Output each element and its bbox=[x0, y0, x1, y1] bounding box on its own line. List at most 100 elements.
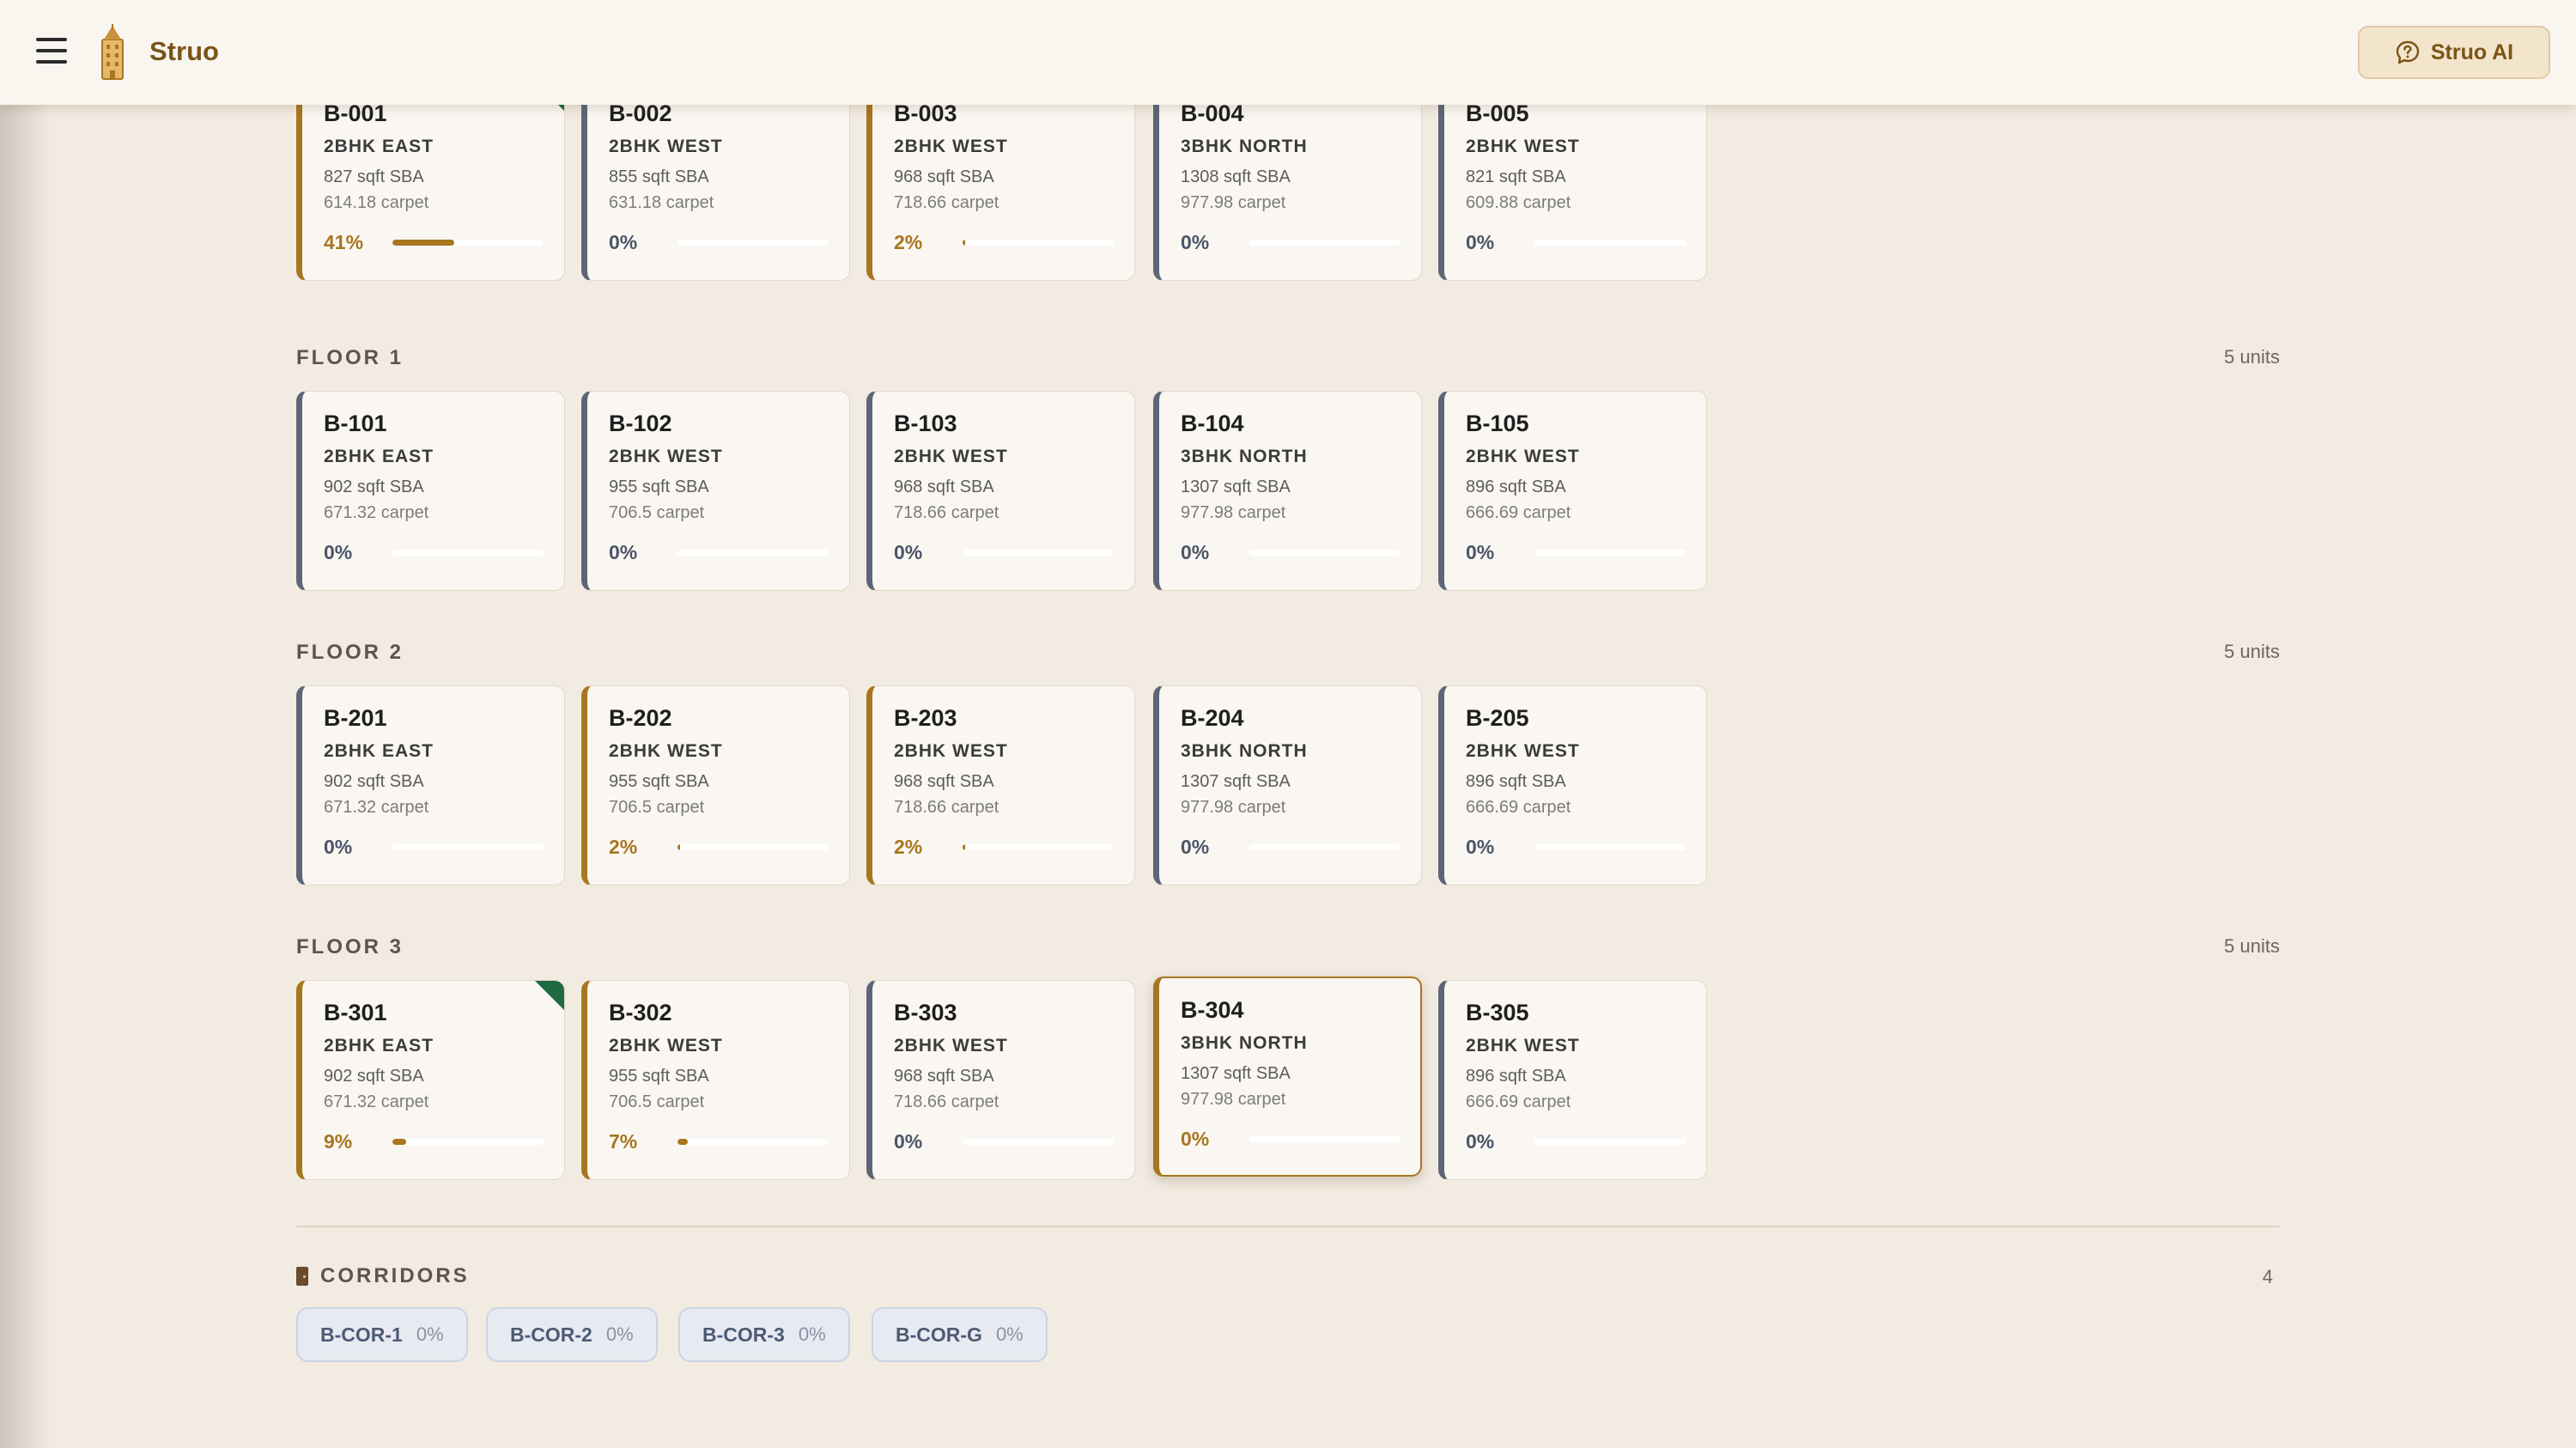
unit-carpet: 706.5 carpet bbox=[609, 503, 705, 522]
unit-progress-bar bbox=[963, 240, 1114, 246]
unit-type: 3BHK NORTH bbox=[1181, 447, 1308, 466]
unit-card[interactable]: B-303 2BHK WEST 968 sqft SBA 718.66 carpet 0… bbox=[866, 980, 1135, 1180]
corridor-chip[interactable]: B-COR-G 0% bbox=[872, 1307, 1048, 1362]
unit-carpet: 706.5 carpet bbox=[609, 1092, 705, 1111]
unit-carpet: 614.18 carpet bbox=[324, 193, 429, 212]
app-header: Struo Struo AI bbox=[0, 0, 2576, 105]
unit-card[interactable]: B-102 2BHK WEST 955 sqft SBA 706.5 carpet 0% bbox=[581, 391, 850, 591]
help-chat-icon bbox=[2396, 40, 2420, 64]
unit-sba: 968 sqft SBA bbox=[894, 478, 994, 496]
unit-name: B-204 bbox=[1181, 705, 1244, 731]
unit-sba: 1307 sqft SBA bbox=[1181, 1064, 1291, 1083]
unit-card[interactable]: B-301 2BHK EAST 902 sqft SBA 671.32 carpet 9… bbox=[296, 980, 565, 1180]
unit-progress-bar bbox=[677, 240, 829, 246]
unit-progress-label: 41% bbox=[324, 231, 364, 253]
unit-sba: 902 sqft SBA bbox=[324, 478, 424, 496]
floor-unit-count: 5 units bbox=[2224, 641, 2280, 662]
unit-carpet: 671.32 carpet bbox=[324, 798, 429, 817]
unit-type: 2BHK EAST bbox=[324, 1036, 434, 1056]
corridors-label: CORRIDORS bbox=[320, 1264, 470, 1287]
corridor-name: B-COR-G bbox=[896, 1323, 982, 1346]
struo-ai-label: Struo AI bbox=[2430, 40, 2514, 64]
unit-card[interactable]: B-204 3BHK NORTH 1307 sqft SBA 977.98 carpe… bbox=[1153, 685, 1422, 885]
sidebar-overlay-shadow bbox=[0, 0, 52, 1448]
corridor-chip[interactable]: B-COR-3 0% bbox=[678, 1307, 850, 1362]
unit-progress-bar bbox=[677, 550, 829, 556]
unit-card[interactable]: B-004 3BHK NORTH 1308 sqft SBA 977.98 carpe… bbox=[1153, 81, 1422, 281]
unit-sba: 855 sqft SBA bbox=[609, 167, 709, 186]
corridor-name: B-COR-2 bbox=[510, 1323, 592, 1346]
unit-type: 2BHK WEST bbox=[1466, 447, 1580, 466]
corridor-name: B-COR-1 bbox=[320, 1323, 403, 1346]
unit-progress-bar bbox=[963, 550, 1114, 556]
unit-name: B-304 bbox=[1181, 997, 1244, 1023]
unit-progress-bar bbox=[1249, 1136, 1400, 1142]
unit-progress-bar bbox=[392, 844, 544, 850]
unit-type: 2BHK WEST bbox=[609, 741, 723, 761]
floor-title: FLOOR 2 bbox=[296, 641, 404, 664]
unit-type: 2BHK WEST bbox=[894, 1036, 1008, 1056]
unit-type: 2BHK EAST bbox=[324, 447, 434, 466]
unit-type: 2BHK WEST bbox=[609, 1036, 723, 1056]
unit-progress-bar bbox=[963, 844, 1114, 850]
unit-sba: 896 sqft SBA bbox=[1466, 1067, 1566, 1086]
corridor-chip[interactable]: B-COR-1 0% bbox=[296, 1307, 468, 1362]
unit-name: B-104 bbox=[1181, 411, 1244, 436]
unit-progress-bar bbox=[1534, 844, 1686, 850]
unit-card[interactable]: B-001 2BHK EAST 827 sqft SBA 614.18 carpet 4… bbox=[296, 81, 565, 281]
unit-progress-label: 2% bbox=[894, 231, 923, 253]
unit-progress-bar bbox=[1249, 240, 1400, 246]
unit-progress-label: 0% bbox=[609, 541, 638, 563]
unit-progress-label: 0% bbox=[894, 1130, 923, 1153]
unit-card[interactable]: B-104 3BHK NORTH 1307 sqft SBA 977.98 carpe… bbox=[1153, 391, 1422, 591]
unit-sba: 968 sqft SBA bbox=[894, 1067, 994, 1086]
unit-sba: 955 sqft SBA bbox=[609, 478, 709, 496]
unit-card[interactable]: B-203 2BHK WEST 968 sqft SBA 718.66 carpet 2… bbox=[866, 685, 1135, 885]
unit-card[interactable]: B-105 2BHK WEST 896 sqft SBA 666.69 carpet 0… bbox=[1438, 391, 1707, 591]
unit-carpet: 977.98 carpet bbox=[1181, 503, 1286, 522]
corridor-progress: 0% bbox=[995, 1323, 1024, 1345]
unit-carpet: 718.66 carpet bbox=[894, 193, 999, 212]
unit-card[interactable]: B-003 2BHK WEST 968 sqft SBA 718.66 carpet 2… bbox=[866, 81, 1135, 281]
section-divider bbox=[296, 1226, 2280, 1227]
unit-card[interactable]: B-202 2BHK WEST 955 sqft SBA 706.5 carpet 2% bbox=[581, 685, 850, 885]
unit-card[interactable]: B-103 2BHK WEST 968 sqft SBA 718.66 carpet 0… bbox=[866, 391, 1135, 591]
unit-progress-bar bbox=[963, 1139, 1114, 1145]
corridor-chip[interactable]: B-COR-2 0% bbox=[486, 1307, 658, 1362]
unit-card[interactable]: B-304 3BHK NORTH 1307 sqft SBA 977.98 carpe… bbox=[1153, 976, 1422, 1177]
floor-unit-count: 5 units bbox=[2224, 935, 2280, 957]
unit-progress-fill bbox=[963, 844, 965, 850]
unit-sba: 968 sqft SBA bbox=[894, 772, 994, 791]
unit-type: 2BHK EAST bbox=[324, 137, 434, 156]
unit-card[interactable]: B-002 2BHK WEST 855 sqft SBA 631.18 carpet 0… bbox=[581, 81, 850, 281]
unit-sba: 955 sqft SBA bbox=[609, 772, 709, 791]
unit-sba: 902 sqft SBA bbox=[324, 1067, 424, 1086]
unit-type: 2BHK WEST bbox=[894, 741, 1008, 761]
unit-name: B-203 bbox=[894, 705, 957, 731]
unit-type: 2BHK WEST bbox=[894, 137, 1008, 156]
floor-title: FLOOR 1 bbox=[296, 346, 404, 369]
unit-progress-bar bbox=[1249, 844, 1400, 850]
unit-type: 3BHK NORTH bbox=[1181, 1033, 1308, 1053]
unit-card[interactable]: B-201 2BHK EAST 902 sqft SBA 671.32 carpet 0… bbox=[296, 685, 565, 885]
unit-sba: 896 sqft SBA bbox=[1466, 772, 1566, 791]
unit-progress-label: 0% bbox=[1466, 1130, 1495, 1153]
unit-card[interactable]: B-305 2BHK WEST 896 sqft SBA 666.69 carpet 0… bbox=[1438, 980, 1707, 1180]
unit-card[interactable]: B-005 2BHK WEST 821 sqft SBA 609.88 carpet 0… bbox=[1438, 81, 1707, 281]
unit-card[interactable]: B-205 2BHK WEST 896 sqft SBA 666.69 carpet 0… bbox=[1438, 685, 1707, 885]
unit-progress-fill bbox=[963, 240, 965, 246]
unit-type: 2BHK WEST bbox=[894, 447, 1008, 466]
unit-type: 2BHK EAST bbox=[324, 741, 434, 761]
unit-progress-label: 0% bbox=[1181, 1128, 1210, 1150]
unit-card[interactable]: B-302 2BHK WEST 955 sqft SBA 706.5 carpet 7% bbox=[581, 980, 850, 1180]
unit-progress-label: 0% bbox=[1466, 836, 1495, 858]
menu-icon[interactable] bbox=[36, 38, 67, 64]
unit-carpet: 706.5 carpet bbox=[609, 798, 705, 817]
unit-progress-label: 7% bbox=[609, 1130, 638, 1153]
unit-card[interactable]: B-101 2BHK EAST 902 sqft SBA 671.32 carpet 0… bbox=[296, 391, 565, 591]
struo-ai-button[interactable]: Struo AI bbox=[2358, 26, 2550, 79]
unit-progress-fill bbox=[677, 1139, 689, 1145]
completed-flag-icon bbox=[535, 981, 564, 1010]
unit-type: 3BHK NORTH bbox=[1181, 741, 1308, 761]
unit-sba: 1307 sqft SBA bbox=[1181, 478, 1291, 496]
